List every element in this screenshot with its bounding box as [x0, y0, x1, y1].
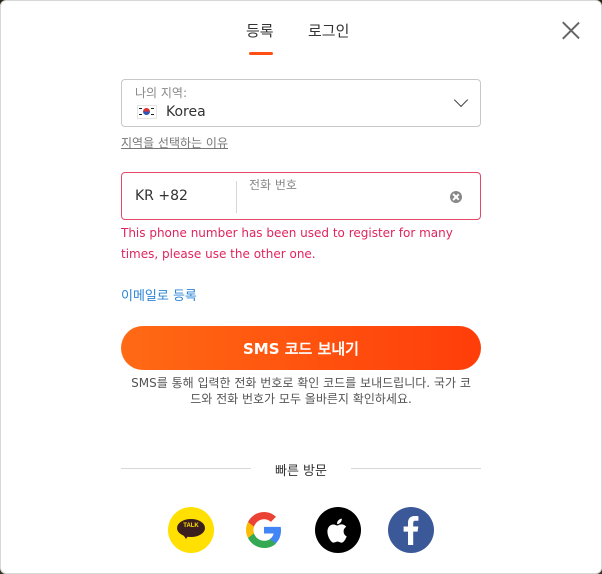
phone-field: KR +82 전화 번호	[121, 172, 481, 220]
apple-login-button[interactable]	[315, 507, 361, 553]
chevron-down-icon	[453, 92, 469, 108]
tab-register[interactable]: 등록	[246, 20, 274, 41]
google-login-button[interactable]	[241, 507, 287, 553]
close-icon[interactable]	[561, 21, 581, 41]
tab-login[interactable]: 로그인	[308, 20, 349, 41]
phone-input[interactable]	[249, 195, 443, 217]
kakaotalk-login-button[interactable]: TALK	[168, 507, 214, 553]
region-value: Korea	[166, 104, 206, 120]
country-code-select[interactable]: KR +82	[135, 188, 188, 204]
register-modal: 등록 로그인 나의 지역: Korea 지역을 선택하는 이유 KR +82 전…	[0, 0, 602, 574]
clear-icon[interactable]	[450, 191, 462, 203]
korea-flag-icon	[137, 105, 157, 119]
facebook-icon	[403, 516, 419, 545]
email-register-link[interactable]: 이메일로 등록	[121, 285, 197, 304]
divider-left	[121, 468, 251, 469]
facebook-login-button[interactable]	[388, 507, 434, 553]
active-tab-indicator	[249, 52, 273, 55]
quick-visit-title: 빠른 방문	[275, 464, 327, 479]
why-region-link[interactable]: 지역을 선택하는 이유	[121, 134, 228, 151]
error-message: This phone number has been used to regis…	[121, 226, 453, 261]
phone-label: 전화 번호	[249, 178, 297, 192]
apple-icon	[327, 518, 347, 543]
divider-right	[351, 468, 481, 469]
region-label: 나의 지역:	[135, 86, 188, 100]
kakaotalk-icon-text: TALK	[183, 523, 199, 529]
phone-divider	[236, 181, 237, 213]
auth-tabs: 등록 로그인	[1, 20, 601, 56]
region-select[interactable]: 나의 지역: Korea	[121, 79, 481, 127]
sms-note: SMS를 통해 입력한 전화 번호로 확인 코드를 보내드립니다. 국가 코드와…	[131, 376, 471, 406]
send-sms-code-button[interactable]: SMS 코드 보내기	[121, 326, 481, 370]
google-icon	[246, 512, 281, 548]
